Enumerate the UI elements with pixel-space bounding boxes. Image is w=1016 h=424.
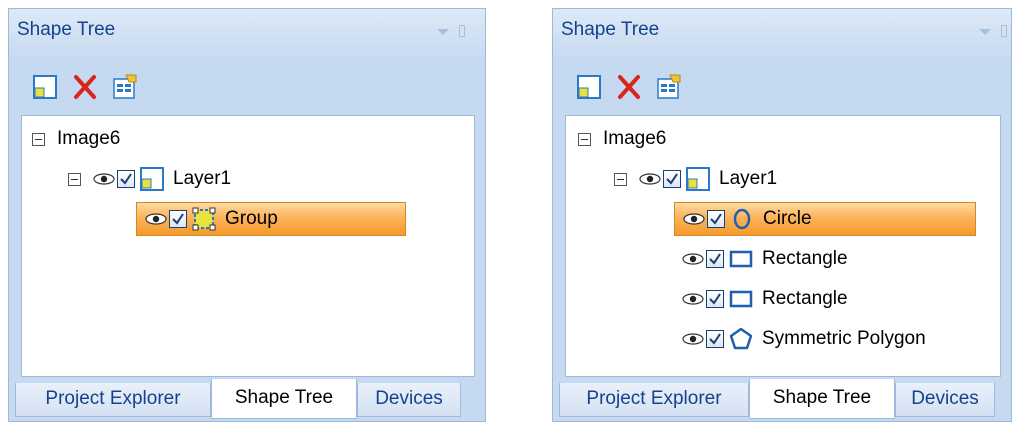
tree-node-layer[interactable]: Layer1 bbox=[614, 162, 777, 196]
shape-tree-view: Image6 Layer1 bbox=[565, 115, 1001, 377]
visibility-checkbox[interactable] bbox=[169, 210, 187, 228]
rectangle-icon bbox=[729, 290, 753, 308]
delete-button[interactable] bbox=[71, 73, 99, 101]
panel-tabs: Project Explorer Shape Tree Devices bbox=[15, 379, 479, 421]
collapse-icon[interactable] bbox=[68, 172, 81, 186]
delete-button[interactable] bbox=[615, 73, 643, 101]
tree-node-shape[interactable]: Rectangle bbox=[682, 242, 848, 276]
panel-controls bbox=[979, 25, 1013, 41]
tree-node-label: Image6 bbox=[603, 128, 667, 149]
tab-devices[interactable]: Devices bbox=[357, 383, 461, 417]
collapse-icon[interactable] bbox=[32, 132, 45, 146]
pin-icon[interactable] bbox=[1001, 25, 1007, 37]
visibility-checkbox[interactable] bbox=[663, 170, 681, 188]
eye-icon[interactable] bbox=[682, 292, 704, 306]
checkmark-icon bbox=[710, 213, 722, 225]
eye-icon[interactable] bbox=[145, 212, 167, 226]
panel-header: Shape Tree bbox=[9, 9, 485, 57]
checkmark-icon bbox=[709, 293, 721, 305]
panel-header: Shape Tree bbox=[553, 9, 1011, 57]
checkmark-icon bbox=[709, 253, 721, 265]
layer-icon bbox=[686, 167, 710, 191]
panel-title: Shape Tree bbox=[17, 19, 116, 40]
shape-tree-panel: Shape Tree bbox=[8, 8, 486, 422]
tree-node-label: Image6 bbox=[57, 128, 121, 149]
shape-tree-panel: Shape Tree bbox=[552, 8, 1012, 422]
panel-tabs: Project Explorer Shape Tree Devices bbox=[559, 379, 1005, 421]
tab-shape-tree[interactable]: Shape Tree bbox=[749, 379, 895, 419]
checkmark-icon bbox=[666, 173, 678, 185]
rectangle-icon bbox=[729, 250, 753, 268]
tree-node-label: Group bbox=[225, 208, 278, 229]
eye-icon[interactable] bbox=[639, 172, 661, 186]
tree-node-shape[interactable]: Rectangle bbox=[682, 282, 848, 316]
tab-devices[interactable]: Devices bbox=[895, 383, 995, 417]
checkmark-icon bbox=[709, 333, 721, 345]
tree-node-root[interactable]: Image6 bbox=[578, 122, 666, 156]
tree-node-shape[interactable]: Symmetric Polygon bbox=[682, 322, 926, 356]
tree-node-label: Layer1 bbox=[173, 168, 232, 189]
delete-icon bbox=[618, 75, 640, 99]
new-layer-button[interactable] bbox=[575, 73, 603, 101]
new-layer-icon bbox=[577, 75, 601, 99]
visibility-checkbox[interactable] bbox=[117, 170, 135, 188]
panel-title: Shape Tree bbox=[561, 19, 660, 40]
delete-icon bbox=[74, 75, 96, 99]
properties-button[interactable] bbox=[111, 73, 139, 101]
panel-controls bbox=[437, 25, 471, 41]
layer-icon bbox=[140, 167, 164, 191]
shape-tree-view: Image6 Layer1 bbox=[21, 115, 475, 377]
visibility-checkbox[interactable] bbox=[707, 210, 725, 228]
properties-icon bbox=[113, 74, 137, 99]
pin-icon[interactable] bbox=[459, 25, 465, 37]
tree-node-label: Rectangle bbox=[762, 288, 848, 309]
dropdown-arrow-icon[interactable] bbox=[437, 29, 449, 35]
eye-icon[interactable] bbox=[682, 332, 704, 346]
tree-node-label: Layer1 bbox=[719, 168, 778, 189]
polygon-icon bbox=[729, 327, 753, 350]
tab-shape-tree[interactable]: Shape Tree bbox=[211, 379, 357, 419]
tree-node-shape[interactable]: Group bbox=[136, 202, 406, 236]
group-icon bbox=[192, 207, 216, 231]
eye-icon[interactable] bbox=[683, 212, 705, 226]
tree-node-layer[interactable]: Layer1 bbox=[68, 162, 231, 196]
properties-button[interactable] bbox=[655, 73, 683, 101]
tree-node-shape[interactable]: Circle bbox=[674, 202, 976, 236]
toolbar bbox=[31, 65, 191, 105]
eye-icon[interactable] bbox=[93, 172, 115, 186]
checkmark-icon bbox=[120, 173, 132, 185]
eye-icon[interactable] bbox=[682, 252, 704, 266]
collapse-icon[interactable] bbox=[614, 172, 627, 186]
visibility-checkbox[interactable] bbox=[706, 250, 724, 268]
circle-icon bbox=[733, 208, 751, 230]
properties-icon bbox=[657, 74, 681, 99]
tab-project-explorer[interactable]: Project Explorer bbox=[559, 383, 749, 417]
checkmark-icon bbox=[172, 213, 184, 225]
collapse-icon[interactable] bbox=[578, 132, 591, 146]
new-layer-button[interactable] bbox=[31, 73, 59, 101]
tree-node-label: Symmetric Polygon bbox=[762, 328, 926, 349]
toolbar bbox=[575, 65, 735, 105]
tab-project-explorer[interactable]: Project Explorer bbox=[15, 383, 211, 417]
visibility-checkbox[interactable] bbox=[706, 330, 724, 348]
new-layer-icon bbox=[33, 75, 57, 99]
tree-node-label: Circle bbox=[763, 208, 812, 229]
visibility-checkbox[interactable] bbox=[706, 290, 724, 308]
tree-node-root[interactable]: Image6 bbox=[32, 122, 120, 156]
dropdown-arrow-icon[interactable] bbox=[979, 29, 991, 35]
tree-node-label: Rectangle bbox=[762, 248, 848, 269]
